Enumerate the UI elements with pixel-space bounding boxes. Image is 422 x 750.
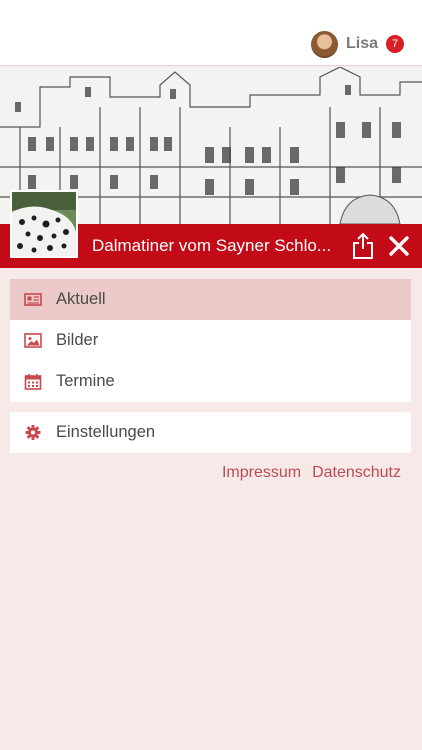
- close-icon: [389, 236, 409, 256]
- share-icon: [353, 232, 373, 259]
- share-button[interactable]: [350, 232, 376, 260]
- datenschutz-link[interactable]: Datenschutz: [312, 464, 401, 482]
- footer-links: Impressum Datenschutz: [222, 464, 401, 482]
- username[interactable]: Lisa: [346, 35, 378, 53]
- impressum-link[interactable]: Impressum: [222, 464, 301, 482]
- menu-item-bilder[interactable]: Bilder: [10, 320, 411, 361]
- menu-item-termine[interactable]: Termine: [10, 361, 411, 402]
- menu-item-label: Bilder: [56, 331, 99, 349]
- menu-item-einstellungen[interactable]: Einstellungen: [10, 412, 411, 453]
- image-icon: [24, 333, 42, 348]
- profile-thumbnail: [10, 190, 78, 258]
- menu-item-label: Aktuell: [56, 290, 106, 308]
- menu-item-label: Termine: [56, 372, 115, 390]
- notification-badge[interactable]: 7: [386, 35, 404, 53]
- page-title: Dalmatiner vom Sayner Schlo...: [92, 236, 332, 255]
- avatar[interactable]: [310, 30, 338, 58]
- settings-menu: Einstellungen: [10, 412, 411, 453]
- calendar-icon: [24, 374, 42, 390]
- user-menu[interactable]: Lisa 7: [310, 30, 404, 58]
- close-button[interactable]: [386, 233, 412, 259]
- menu-item-aktuell[interactable]: Aktuell: [10, 279, 411, 320]
- menu-item-label: Einstellungen: [56, 423, 156, 441]
- top-bar: Lisa 7: [0, 0, 422, 66]
- newspaper-icon: [24, 293, 42, 306]
- main-menu: Aktuell Bilder Termine: [10, 279, 411, 402]
- gear-icon: [25, 425, 41, 440]
